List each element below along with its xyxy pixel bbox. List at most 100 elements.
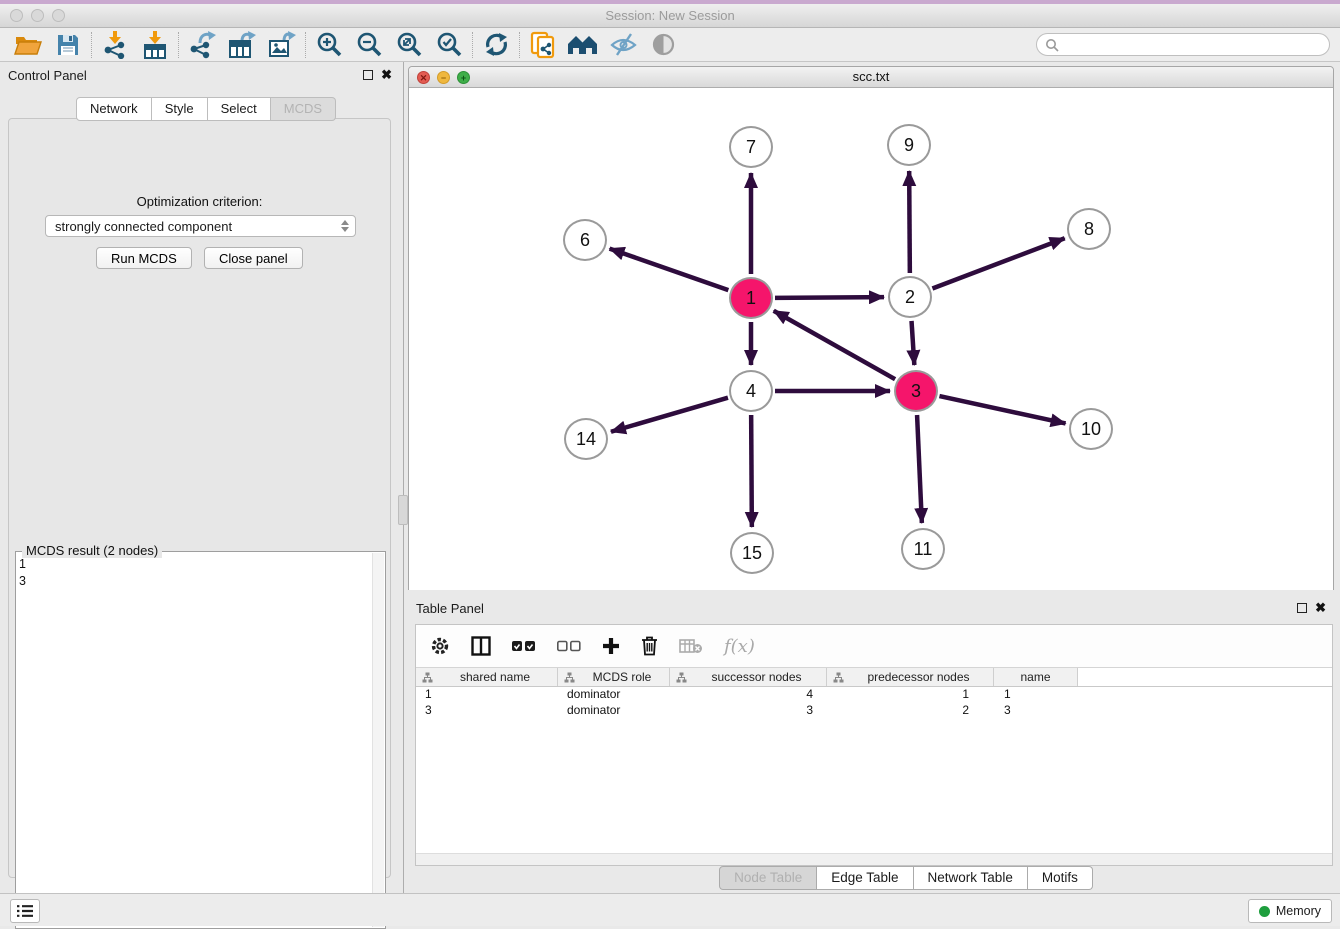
graph-node-7[interactable]: 7 [729,126,773,168]
toolbar-separator [519,32,520,58]
zoom-selected-icon[interactable] [429,30,469,60]
task-history-button[interactable] [10,899,40,923]
column-header-predecessor-nodes[interactable]: predecessor nodes [827,668,994,686]
tab-node-table[interactable]: Node Table [719,866,817,890]
graph-node-6[interactable]: 6 [563,219,607,261]
reset-layout-home-icon[interactable] [563,30,603,60]
graph-node-3[interactable]: 3 [894,370,938,412]
toolbar-separator [178,32,179,58]
graph-node-9[interactable]: 9 [887,124,931,166]
cell-name[interactable]: 1 [994,687,1078,703]
panel-divider [403,62,404,893]
hide-glasses-icon[interactable] [603,30,643,60]
graph-edge-2-8[interactable] [932,238,1064,288]
graph-node-4[interactable]: 4 [729,370,773,412]
tab-mcds[interactable]: MCDS [271,97,336,121]
gear-icon[interactable] [430,636,450,656]
graph-edge-4-14[interactable] [611,398,728,432]
zoom-in-icon[interactable] [309,30,349,60]
memory-label: Memory [1276,904,1321,918]
memory-button[interactable]: Memory [1248,899,1332,923]
table-row[interactable]: 3dominator323 [416,703,1332,719]
zoom-out-icon[interactable] [349,30,389,60]
criterion-dropdown[interactable]: strongly connected component [45,215,356,237]
graph-edge-2-3[interactable] [912,321,915,365]
column-header-successor-nodes[interactable]: successor nodes [670,668,827,686]
save-session-icon[interactable] [48,30,88,60]
close-panel-button[interactable]: Close panel [204,247,303,269]
refresh-layout-icon[interactable] [476,30,516,60]
table-header-row: shared nameMCDS rolesuccessor nodesprede… [416,667,1332,687]
table-horizontal-scrollbar[interactable] [416,853,1332,865]
column-header-MCDS-role[interactable]: MCDS role [558,668,670,686]
close-panel-icon[interactable]: ✖ [381,70,392,80]
cell-successor-nodes[interactable]: 4 [670,687,827,703]
cell-shared-name[interactable]: 1 [416,687,558,703]
select-all-checkboxes-icon[interactable] [512,640,536,652]
control-panel-title: Control Panel [8,68,363,83]
export-image-icon[interactable] [262,30,302,60]
graph-edge-3-11[interactable] [917,415,922,523]
cell-predecessor-nodes[interactable]: 1 [827,687,994,703]
graph-edge-3-10[interactable] [939,396,1065,423]
apply-function-icon[interactable]: f(x) [724,636,755,657]
tab-network-table[interactable]: Network Table [914,866,1028,890]
table-row[interactable]: 1dominator411 [416,687,1332,703]
node-table: f(x) shared nameMCDS rolesuccessor nodes… [415,624,1333,866]
splitter-grip[interactable] [398,495,408,525]
cell-predecessor-nodes[interactable]: 2 [827,703,994,719]
tab-style[interactable]: Style [152,97,208,121]
import-table-icon[interactable] [135,30,175,60]
show-eye-icon[interactable] [643,30,683,60]
clone-network-icon[interactable] [523,30,563,60]
network-window-titlebar[interactable]: ✕ − + scc.txt [409,67,1333,88]
column-header-name[interactable]: name [994,668,1078,686]
graph-node-1[interactable]: 1 [729,277,773,319]
close-table-panel-icon[interactable]: ✖ [1315,603,1326,613]
float-table-panel-icon[interactable] [1297,603,1307,613]
graph-edge-2-9[interactable] [909,171,910,273]
tab-select[interactable]: Select [208,97,271,121]
zoom-fit-icon[interactable] [389,30,429,60]
cell-MCDS-role[interactable]: dominator [558,703,670,719]
table-body: 1dominator4113dominator323 [416,687,1332,719]
window-title: Session: New Session [0,8,1340,23]
graph-node-14[interactable]: 14 [564,418,608,460]
graph-edge-1-6[interactable] [610,249,729,291]
app-titlebar: Session: New Session [0,4,1340,28]
graph-node-10[interactable]: 10 [1069,408,1113,450]
graph-node-2[interactable]: 2 [888,276,932,318]
import-network-icon[interactable] [95,30,135,60]
float-panel-icon[interactable] [363,70,373,80]
table-tabs: Node Table Edge Table Network Table Moti… [0,866,1340,890]
open-session-icon[interactable] [8,30,48,60]
main-toolbar [0,28,1340,62]
export-network-icon[interactable] [182,30,222,60]
tab-edge-table[interactable]: Edge Table [817,866,913,890]
graph-edge-3-1[interactable] [774,311,895,379]
tab-motifs[interactable]: Motifs [1028,866,1093,890]
columns-icon[interactable] [471,636,491,656]
cell-shared-name[interactable]: 3 [416,703,558,719]
table-panel-header: Table Panel ✖ [408,596,1334,620]
cell-successor-nodes[interactable]: 3 [670,703,827,719]
deselect-all-checkboxes-icon[interactable] [557,640,581,652]
graph-edge-1-2[interactable] [775,297,884,298]
graph-node-8[interactable]: 8 [1067,208,1111,250]
graph-edge-4-15[interactable] [751,415,752,527]
tab-network[interactable]: Network [76,97,152,121]
cell-name[interactable]: 3 [994,703,1078,719]
export-table-icon[interactable] [222,30,262,60]
run-mcds-button[interactable]: Run MCDS [96,247,192,269]
delete-row-icon[interactable] [641,636,658,656]
delete-table-icon[interactable] [679,638,703,654]
graph-node-15[interactable]: 15 [730,532,774,574]
column-header-shared-name[interactable]: shared name [416,668,558,686]
graph-canvas[interactable]: 7 9 6 8 1 2 4 3 14 10 15 11 [409,88,1333,590]
search-input[interactable] [1036,33,1330,56]
add-row-icon[interactable] [602,637,620,655]
graph-node-11[interactable]: 11 [901,528,945,570]
mcds-result-text: 1 3 [19,556,26,590]
hierarchy-icon [564,672,575,683]
cell-MCDS-role[interactable]: dominator [558,687,670,703]
